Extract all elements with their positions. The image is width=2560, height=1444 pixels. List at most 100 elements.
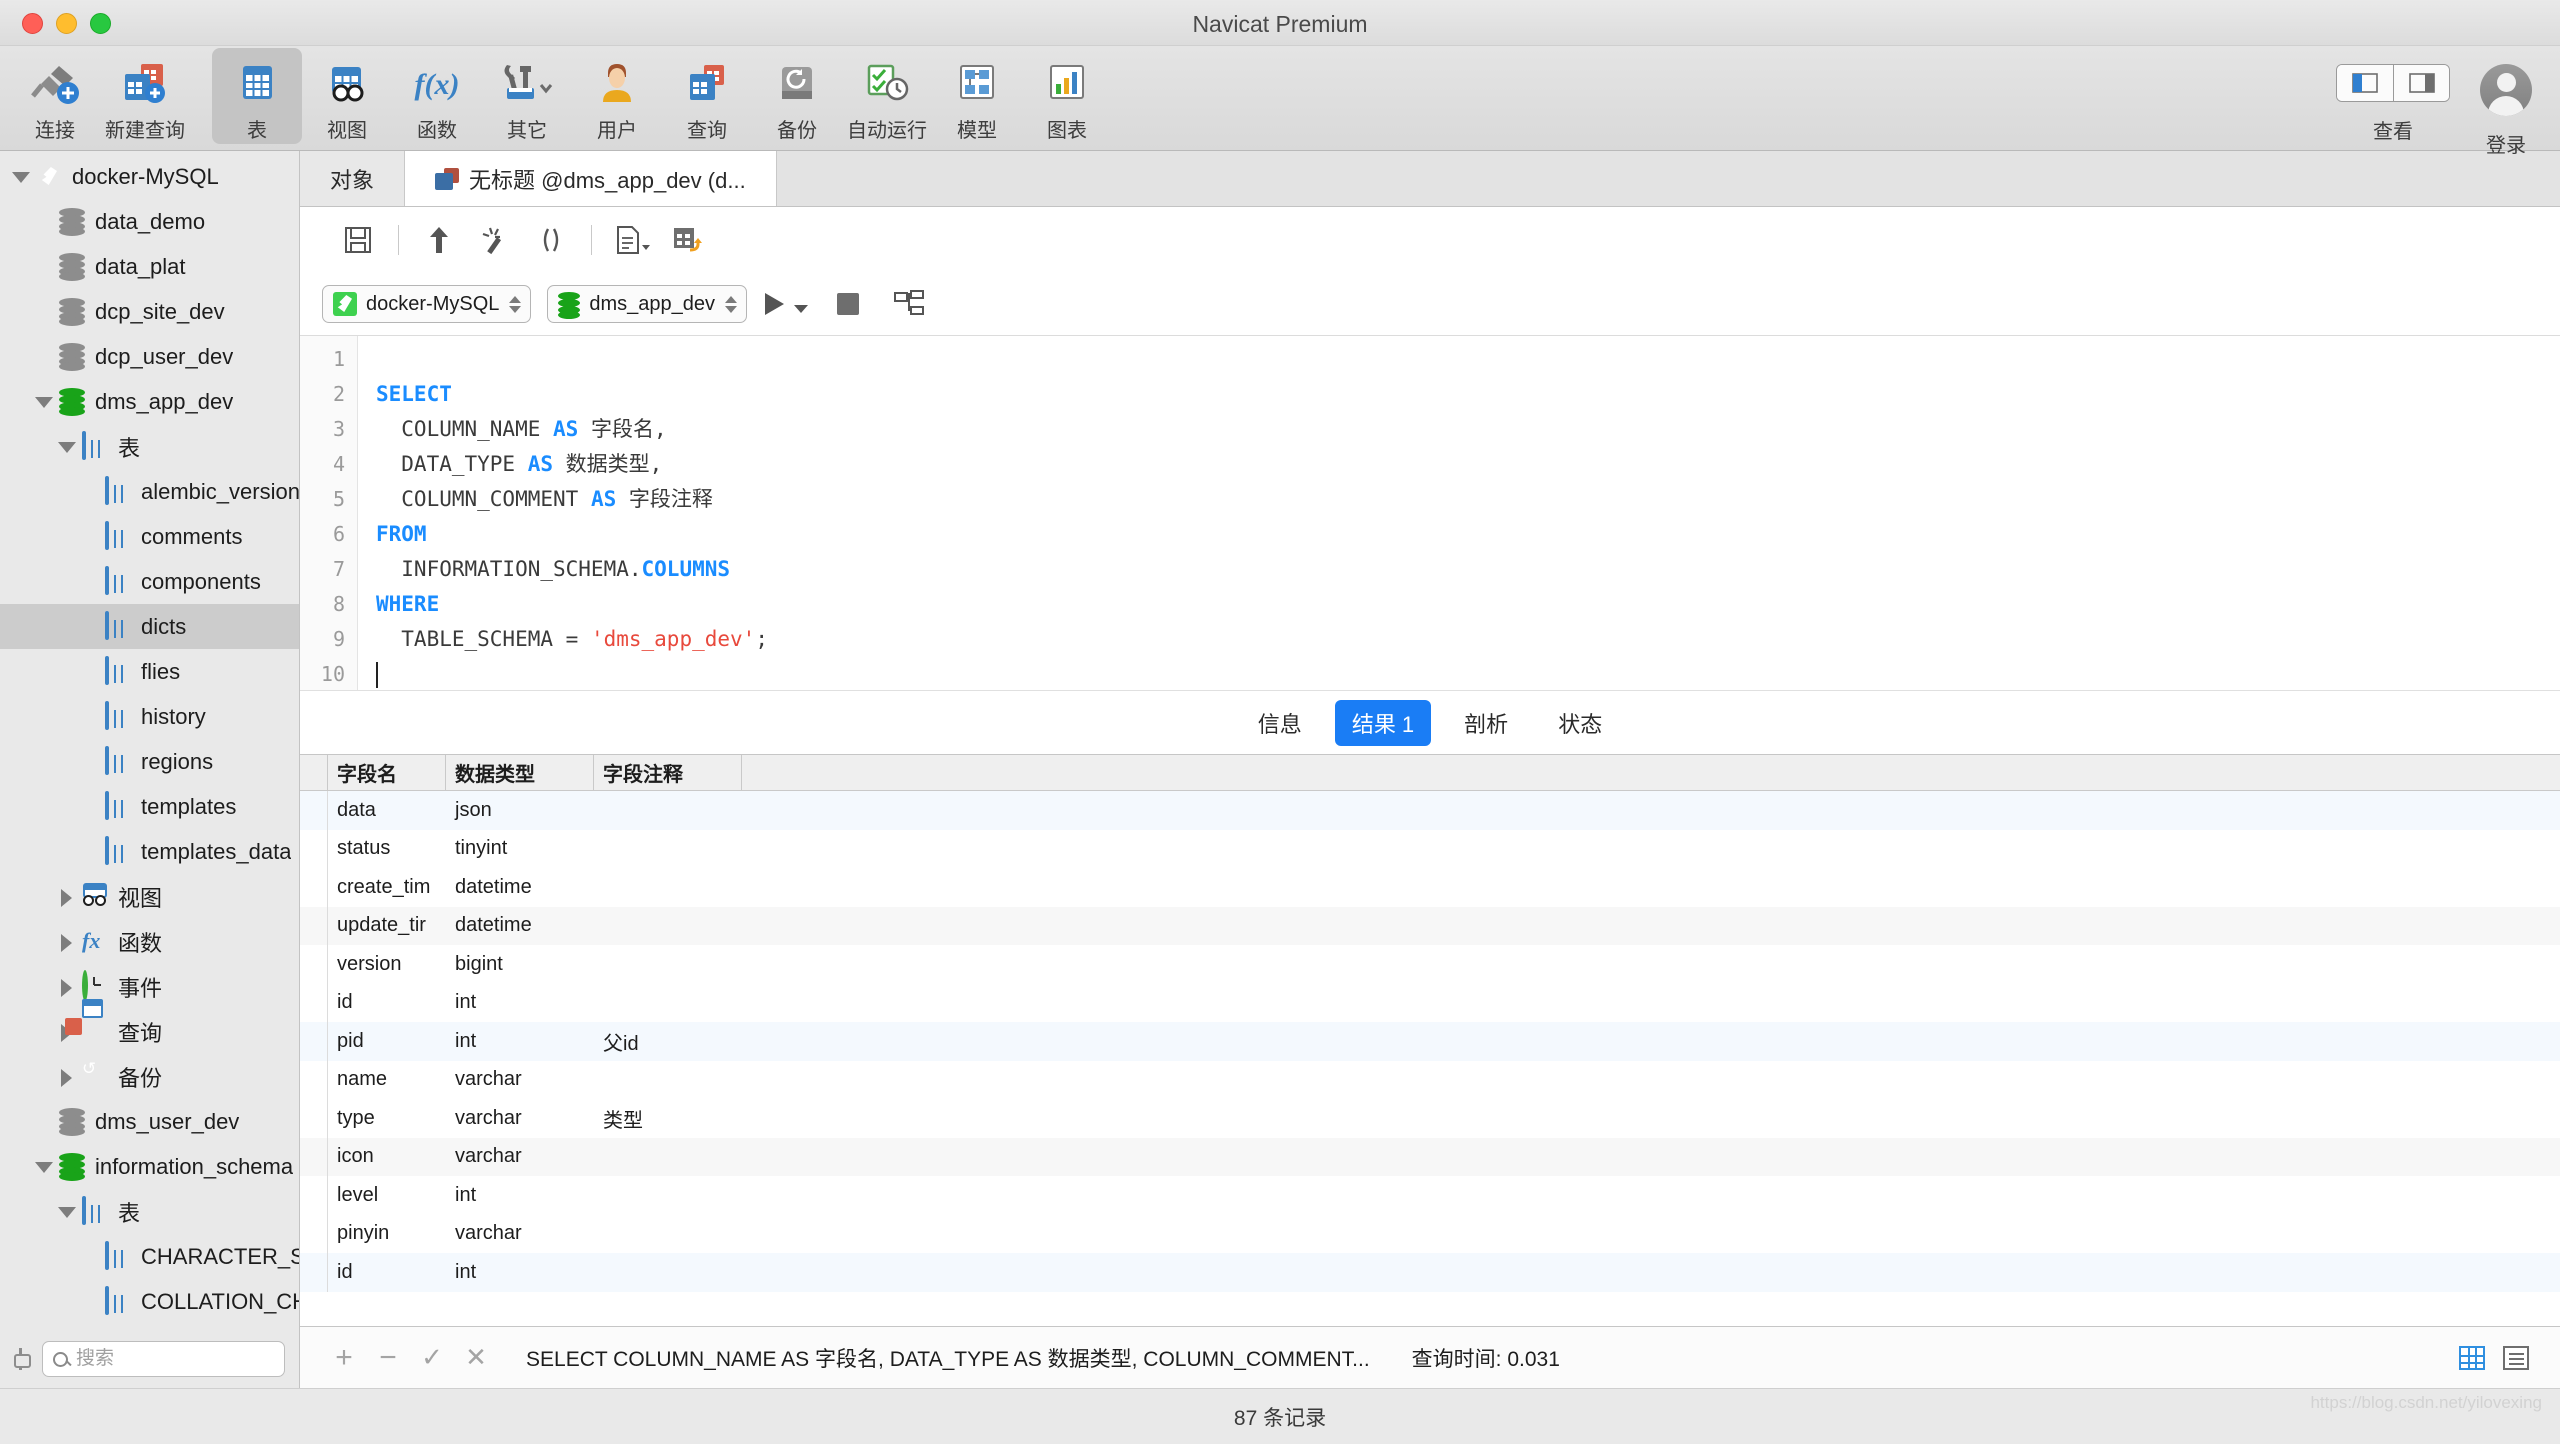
- explain-plan-icon[interactable]: [887, 284, 933, 324]
- chevron-right-icon[interactable]: [56, 976, 78, 998]
- connection-select[interactable]: docker-MySQL: [322, 285, 531, 323]
- grid-view-icon[interactable]: [2450, 1346, 2494, 1370]
- table-row[interactable]: statustinyint: [300, 830, 2560, 869]
- code-magic-wand-icon[interactable]: [467, 217, 523, 263]
- tree-node[interactable]: regions: [0, 739, 299, 784]
- run-query-icon[interactable]: [763, 284, 809, 324]
- table-cell[interactable]: [594, 984, 742, 1023]
- table-cell[interactable]: tinyint: [446, 830, 594, 869]
- result-tab-info[interactable]: 信息: [1241, 700, 1319, 746]
- view-toggle[interactable]: [2336, 64, 2450, 102]
- table-row[interactable]: iconvarchar: [300, 1138, 2560, 1177]
- tree-node[interactable]: 视图: [0, 874, 299, 919]
- cancel-record-button[interactable]: ✕: [454, 1342, 498, 1373]
- row-selector-cell[interactable]: [300, 791, 328, 830]
- table-cell[interactable]: [594, 1061, 742, 1100]
- chevron-right-icon[interactable]: [56, 886, 78, 908]
- toolbar-button-new-query[interactable]: 新建查询: [100, 48, 190, 144]
- table-row[interactable]: datajson: [300, 791, 2560, 830]
- chevron-right-icon[interactable]: [56, 1066, 78, 1088]
- table-row[interactable]: pidint父id: [300, 1022, 2560, 1061]
- row-selector-cell[interactable]: [300, 907, 328, 946]
- table-cell[interactable]: [594, 830, 742, 869]
- toolbar-button-other[interactable]: 其它: [482, 48, 572, 144]
- table-cell[interactable]: datetime: [446, 907, 594, 946]
- row-selector-cell[interactable]: [300, 1061, 328, 1100]
- table-row[interactable]: idint: [300, 984, 2560, 1023]
- tree-node[interactable]: docker-MySQL: [0, 154, 299, 199]
- search-input[interactable]: [76, 1348, 274, 1370]
- chevron-right-icon[interactable]: [56, 931, 78, 953]
- tree-node[interactable]: templates: [0, 784, 299, 829]
- grid-header-cell[interactable]: 字段名: [328, 755, 446, 790]
- table-cell[interactable]: status: [328, 830, 446, 869]
- tree-node[interactable]: 表: [0, 1189, 299, 1234]
- table-cell[interactable]: data: [328, 791, 446, 830]
- tree-node[interactable]: 查询: [0, 1009, 299, 1054]
- add-record-button[interactable]: +: [322, 1341, 366, 1375]
- table-row[interactable]: namevarchar: [300, 1061, 2560, 1100]
- table-row[interactable]: levelint: [300, 1176, 2560, 1215]
- table-cell[interactable]: version: [328, 945, 446, 984]
- row-selector-cell[interactable]: [300, 1253, 328, 1292]
- tree-node[interactable]: history: [0, 694, 299, 739]
- result-tab-status[interactable]: 状态: [1541, 700, 1619, 746]
- avatar[interactable]: [2480, 64, 2532, 116]
- tree-node[interactable]: COLLATION_CHARAC...: [0, 1279, 299, 1324]
- tree-node[interactable]: alembic_version: [0, 469, 299, 514]
- tree-node[interactable]: dms_user_dev: [0, 1099, 299, 1144]
- table-cell[interactable]: name: [328, 1061, 446, 1100]
- result-tab-profile[interactable]: 剖析: [1447, 700, 1525, 746]
- table-cell[interactable]: [594, 868, 742, 907]
- tree-node[interactable]: 表: [0, 424, 299, 469]
- table-cell[interactable]: id: [328, 1253, 446, 1292]
- search-box[interactable]: [42, 1341, 285, 1377]
- toolbar-button-connection[interactable]: 连接: [10, 48, 100, 144]
- table-cell[interactable]: varchar: [446, 1061, 594, 1100]
- tree-node[interactable]: information_schema: [0, 1144, 299, 1189]
- table-cell[interactable]: create_tim: [328, 868, 446, 907]
- export-table-icon[interactable]: [660, 217, 716, 263]
- row-selector-cell[interactable]: [300, 1099, 328, 1138]
- show-left-pane-button[interactable]: [2337, 65, 2393, 101]
- result-tab-result-1[interactable]: 结果 1: [1335, 700, 1431, 746]
- table-cell[interactable]: type: [328, 1099, 446, 1138]
- table-cell[interactable]: 父id: [594, 1022, 742, 1061]
- stop-query-icon[interactable]: [825, 284, 871, 324]
- database-select[interactable]: dms_app_dev: [547, 285, 747, 323]
- tree-node[interactable]: components: [0, 559, 299, 604]
- toolbar-button-function[interactable]: f(x) 函数: [392, 48, 482, 144]
- beautify-format-icon[interactable]: [411, 217, 467, 263]
- table-cell[interactable]: [594, 1253, 742, 1292]
- table-cell[interactable]: datetime: [446, 868, 594, 907]
- chevron-down-icon[interactable]: [56, 1201, 78, 1223]
- table-cell[interactable]: [594, 791, 742, 830]
- table-cell[interactable]: [594, 1176, 742, 1215]
- table-cell[interactable]: [594, 1138, 742, 1177]
- row-selector-cell[interactable]: [300, 945, 328, 984]
- tree-node[interactable]: templates_data: [0, 829, 299, 874]
- table-cell[interactable]: id: [328, 984, 446, 1023]
- toolbar-button-view[interactable]: 视图: [302, 48, 392, 144]
- toolbar-button-chart[interactable]: 图表: [1022, 48, 1112, 144]
- chevron-down-icon[interactable]: [56, 436, 78, 458]
- grid-body[interactable]: datajsonstatustinyintcreate_timdatetimeu…: [300, 791, 2560, 1326]
- toolbar-button-query[interactable]: 查询: [662, 48, 752, 144]
- table-row[interactable]: pinyinvarchar: [300, 1215, 2560, 1254]
- explain-document-icon[interactable]: [604, 217, 660, 263]
- tab-objects[interactable]: 对象: [300, 151, 405, 206]
- toolbar-button-automation[interactable]: 自动运行: [842, 48, 932, 144]
- toolbar-button-backup[interactable]: 备份: [752, 48, 842, 144]
- sql-code-area[interactable]: SELECT COLUMN_NAME AS 字段名, DATA_TYPE AS …: [358, 336, 2560, 690]
- tree-node[interactable]: data_plat: [0, 244, 299, 289]
- table-cell[interactable]: int: [446, 1176, 594, 1215]
- table-cell[interactable]: json: [446, 791, 594, 830]
- table-cell[interactable]: icon: [328, 1138, 446, 1177]
- tree-node[interactable]: data_demo: [0, 199, 299, 244]
- table-cell[interactable]: varchar: [446, 1138, 594, 1177]
- row-selector-cell[interactable]: [300, 1138, 328, 1177]
- sql-editor[interactable]: 12345678910 SELECT COLUMN_NAME AS 字段名, D…: [300, 335, 2560, 690]
- table-row[interactable]: typevarchar类型: [300, 1099, 2560, 1138]
- table-cell[interactable]: 类型: [594, 1099, 742, 1138]
- toolbar-button-model[interactable]: 模型: [932, 48, 1022, 144]
